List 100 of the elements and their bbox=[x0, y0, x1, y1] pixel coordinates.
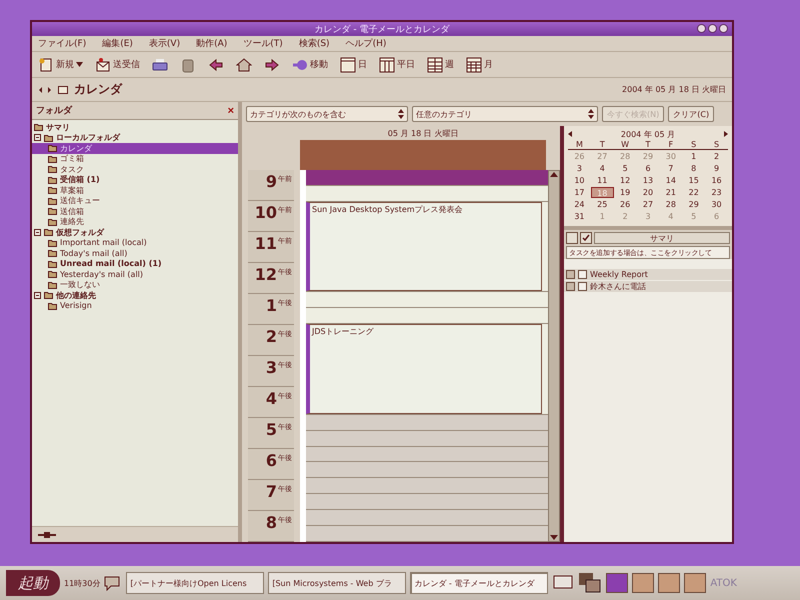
window-title: カレンダ - 電子メールとカレンダ bbox=[314, 24, 450, 36]
calendar-day[interactable]: 29 bbox=[682, 199, 706, 210]
calendar-day[interactable]: 16 bbox=[705, 175, 728, 186]
calendar-day[interactable]: 13 bbox=[636, 175, 660, 186]
task-checkbox[interactable] bbox=[578, 270, 587, 279]
summary-column-header[interactable]: サマリ bbox=[594, 232, 730, 244]
close-button[interactable]: × bbox=[228, 104, 234, 116]
collapse-icon[interactable] bbox=[34, 228, 41, 236]
folder-tree-item[interactable]: 送信キュー bbox=[32, 196, 238, 206]
scroll-down-icon[interactable] bbox=[550, 535, 558, 541]
calendar-day[interactable]: 15 bbox=[682, 175, 706, 186]
folder-tree-item[interactable]: 他の連絡先 bbox=[32, 290, 238, 300]
speech-bubble-icon[interactable] bbox=[104, 575, 122, 591]
checkbox-column-icon[interactable] bbox=[580, 232, 592, 244]
menu-item[interactable]: 動作(A) bbox=[196, 37, 228, 50]
maximize-button[interactable] bbox=[708, 24, 717, 33]
back-forward-icon[interactable] bbox=[38, 86, 52, 94]
calendar-day[interactable]: 23 bbox=[705, 187, 728, 198]
workspace-button[interactable] bbox=[606, 573, 628, 593]
folder-tree-item[interactable]: Today's mail (all) bbox=[32, 248, 238, 258]
folder-tree-item[interactable]: ゴミ箱 bbox=[32, 154, 238, 164]
folder-tree-item[interactable]: Verisign bbox=[32, 300, 238, 311]
calendar-day[interactable]: 9 bbox=[705, 163, 728, 174]
windows-icon[interactable] bbox=[578, 572, 602, 594]
task-checkbox[interactable] bbox=[578, 282, 587, 291]
folder-tree-item[interactable]: 草案箱 bbox=[32, 185, 238, 196]
toolbar-button[interactable]: 週 bbox=[425, 54, 456, 76]
calendar-day[interactable]: 10 bbox=[568, 175, 591, 186]
calendar-day[interactable]: 27 bbox=[636, 199, 660, 210]
calendar-day[interactable]: 2 bbox=[705, 151, 728, 162]
folder-tree-item[interactable]: 仮想フォルダ bbox=[32, 227, 238, 238]
task-row[interactable]: 鈴木さんに電話 bbox=[564, 281, 732, 293]
folder-tree-item[interactable]: 一致しない bbox=[32, 280, 238, 290]
start-button[interactable]: 起動 bbox=[6, 570, 60, 596]
toolbar-button[interactable]: 送受信 bbox=[93, 54, 142, 76]
calendar-day[interactable]: 7 bbox=[659, 163, 682, 174]
minimize-button[interactable] bbox=[697, 24, 706, 33]
calendar-event[interactable]: Sun Java Desktop Systemプレス発表会 bbox=[306, 202, 542, 292]
scrollbar[interactable] bbox=[548, 170, 560, 542]
time-slot[interactable] bbox=[306, 308, 548, 324]
calendar-day[interactable]: 17 bbox=[568, 187, 591, 198]
folder-tree-item[interactable]: 送信箱 bbox=[32, 206, 238, 216]
calendar-day[interactable]: 12 bbox=[614, 175, 637, 186]
menu-item[interactable]: 検索(S) bbox=[298, 37, 330, 50]
calendar-event[interactable]: JDSトレーニング bbox=[306, 324, 542, 414]
calendar-day[interactable]: 3 bbox=[568, 163, 591, 174]
calendar-day[interactable]: 26 bbox=[614, 199, 637, 210]
calendar-day[interactable]: 20 bbox=[636, 187, 660, 198]
previous-month-icon[interactable] bbox=[568, 131, 573, 137]
scroll-up-icon[interactable] bbox=[550, 171, 558, 177]
next-month-icon[interactable] bbox=[722, 131, 728, 137]
calendar-day[interactable]: 28 bbox=[659, 199, 682, 210]
menu-item[interactable]: 編集(E) bbox=[102, 37, 133, 50]
calendar-day[interactable]: 25 bbox=[590, 199, 614, 210]
calendar-day[interactable]: 14 bbox=[659, 175, 682, 186]
menu-item[interactable]: ツール(T) bbox=[243, 37, 283, 50]
folder-tree-item[interactable]: サマリ bbox=[32, 122, 238, 132]
folder-tree-item[interactable]: Important mail (local) bbox=[32, 238, 238, 248]
calendar-day[interactable]: 4 bbox=[590, 163, 614, 174]
clear-button[interactable]: クリア(C) bbox=[668, 106, 714, 122]
task-type-column[interactable] bbox=[566, 232, 578, 244]
workspace-button[interactable] bbox=[684, 573, 706, 593]
calendar-day[interactable]: 11 bbox=[590, 175, 614, 186]
toolbar-button[interactable]: 月 bbox=[464, 54, 495, 76]
calendar-day[interactable]: 24 bbox=[568, 199, 591, 210]
folder-tree-item[interactable]: 連絡先 bbox=[32, 216, 238, 227]
task-row[interactable]: Weekly Report bbox=[564, 269, 732, 281]
workspace-button[interactable] bbox=[632, 573, 654, 593]
toolbar-button[interactable]: 日 bbox=[338, 54, 369, 76]
calendar-day[interactable]: 1 bbox=[682, 151, 706, 162]
menu-item[interactable]: ヘルプ(H) bbox=[346, 37, 386, 50]
calendar-day[interactable]: 31 bbox=[568, 211, 591, 222]
calendar-day[interactable]: 19 bbox=[614, 187, 637, 198]
folder-tree-item[interactable]: Unread mail (local) (1) bbox=[32, 258, 238, 269]
taskbar-window-button[interactable]: カレンダ - 電子メールとカレンダ bbox=[410, 572, 548, 594]
calendar-day[interactable]: 22 bbox=[682, 187, 706, 198]
menu-item[interactable]: 表示(V) bbox=[148, 37, 180, 50]
calendar-day[interactable]: 8 bbox=[682, 163, 706, 174]
folder-tree-item[interactable]: Yesterday's mail (all) bbox=[32, 269, 238, 280]
collapse-icon[interactable] bbox=[34, 134, 41, 142]
folder-tree-item[interactable]: タスク bbox=[32, 164, 238, 174]
toolbar-button[interactable]: 平日 bbox=[377, 54, 417, 76]
menu-item[interactable]: ファイル(F) bbox=[38, 37, 86, 50]
close-button[interactable] bbox=[719, 24, 728, 33]
time-slot[interactable] bbox=[306, 526, 548, 542]
calendar-day[interactable]: 6 bbox=[636, 163, 660, 174]
calendar-day[interactable]: 30 bbox=[705, 199, 728, 210]
taskbar-window-button[interactable]: [パートナー様向けOpen Licens bbox=[126, 572, 264, 594]
taskbar-window-button[interactable]: [Sun Microsystems - Web ブラ bbox=[268, 572, 406, 594]
calendar-day[interactable]: 21 bbox=[659, 187, 682, 198]
category-filter-select[interactable]: カテゴリが次のものを含む bbox=[246, 106, 408, 122]
folder-tree-item[interactable]: ローカルフォルダ bbox=[32, 132, 238, 143]
toolbar-button[interactable]: 移動 bbox=[290, 54, 330, 76]
workspace-button[interactable] bbox=[658, 573, 680, 593]
toolbar-button[interactable]: 新規 bbox=[36, 54, 85, 76]
calendar-day[interactable]: 5 bbox=[614, 163, 637, 174]
folder-tree-item[interactable]: カレンダ bbox=[32, 143, 238, 154]
category-select[interactable]: 任意のカテゴリ bbox=[412, 106, 598, 122]
folder-tree-item[interactable]: 受信箱 (1) bbox=[32, 174, 238, 185]
collapse-icon[interactable] bbox=[34, 292, 41, 299]
